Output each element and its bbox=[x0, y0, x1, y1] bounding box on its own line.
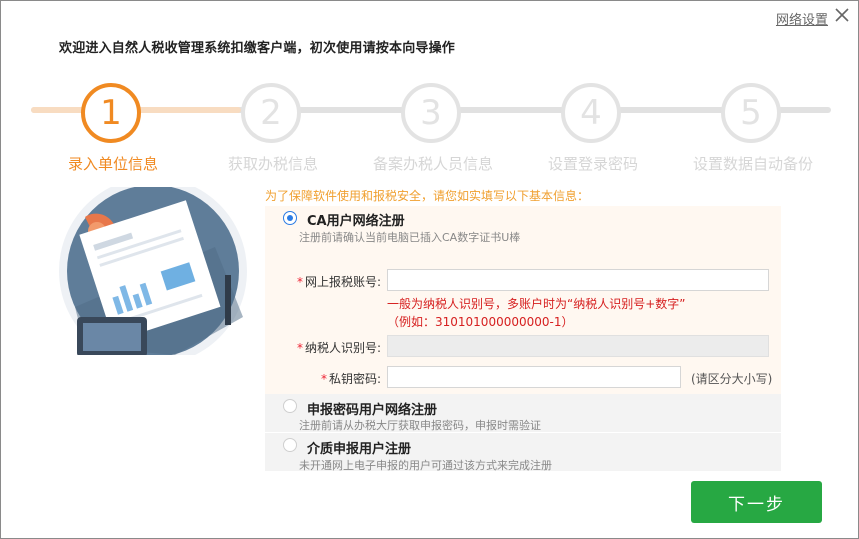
wizard-window: 网络设置 欢迎进入自然人税收管理系统扣缴客户端，初次使用请按本向导操作 1 2 … bbox=[0, 0, 859, 539]
step-circle-1: 1 bbox=[81, 83, 141, 143]
step-circle-2: 2 bbox=[241, 83, 301, 143]
account-note-line1: 一般为纳税人识别号，多账户时为“纳税人识别号+数字” bbox=[387, 297, 686, 311]
taxpayer-id-input bbox=[387, 335, 769, 357]
account-label: * 网上报税账号: bbox=[296, 275, 381, 289]
case-sensitive-hint: (请区分大小写) bbox=[691, 372, 773, 386]
radio-ca-register[interactable] bbox=[283, 211, 297, 225]
option-desc-password: 注册前请从办税大厅获取申报密码，申报时需验证 bbox=[299, 419, 541, 432]
taxpayer-id-label: * 纳税人识别号: bbox=[296, 341, 381, 355]
network-settings-link[interactable]: 网络设置 bbox=[776, 9, 828, 28]
option-title-ca: CA用户网络注册 bbox=[307, 214, 405, 229]
private-key-label: * 私钥密码: bbox=[320, 372, 381, 386]
step-label-5: 设置数据自动备份 bbox=[692, 155, 814, 173]
step-circle-5: 5 bbox=[721, 83, 781, 143]
private-key-input[interactable] bbox=[387, 366, 681, 388]
account-input[interactable] bbox=[387, 269, 769, 291]
step-circle-4: 4 bbox=[561, 83, 621, 143]
step-circle-3: 3 bbox=[401, 83, 461, 143]
option-desc-media: 未开通网上电子申报的用户可通过该方式来完成注册 bbox=[299, 459, 552, 472]
option-desc-ca: 注册前请确认当前电脑已插入CA数字证书U棒 bbox=[299, 231, 521, 244]
radio-media-register[interactable] bbox=[283, 438, 297, 452]
account-note-line2: （例如：310101000000000-1） bbox=[387, 315, 574, 329]
option-title-media: 介质申报用户注册 bbox=[307, 442, 412, 457]
step-label-2: 获取办税信息 bbox=[227, 155, 319, 173]
step-label-3: 备案办税人员信息 bbox=[372, 155, 494, 173]
step-label-1: 录入单位信息 bbox=[67, 155, 159, 173]
close-icon[interactable] bbox=[832, 5, 852, 25]
next-step-button[interactable]: 下一步 bbox=[691, 481, 822, 523]
option-title-password: 申报密码用户网络注册 bbox=[307, 403, 438, 418]
form-hint: 为了保障软件使用和报税安全，请您如实填写以下基本信息： bbox=[265, 189, 590, 203]
document-illustration-icon bbox=[59, 187, 247, 355]
step-label-4: 设置登录密码 bbox=[547, 155, 639, 173]
radio-password-register[interactable] bbox=[283, 399, 297, 413]
page-title: 欢迎进入自然人税收管理系统扣缴客户端，初次使用请按本向导操作 bbox=[59, 41, 456, 56]
